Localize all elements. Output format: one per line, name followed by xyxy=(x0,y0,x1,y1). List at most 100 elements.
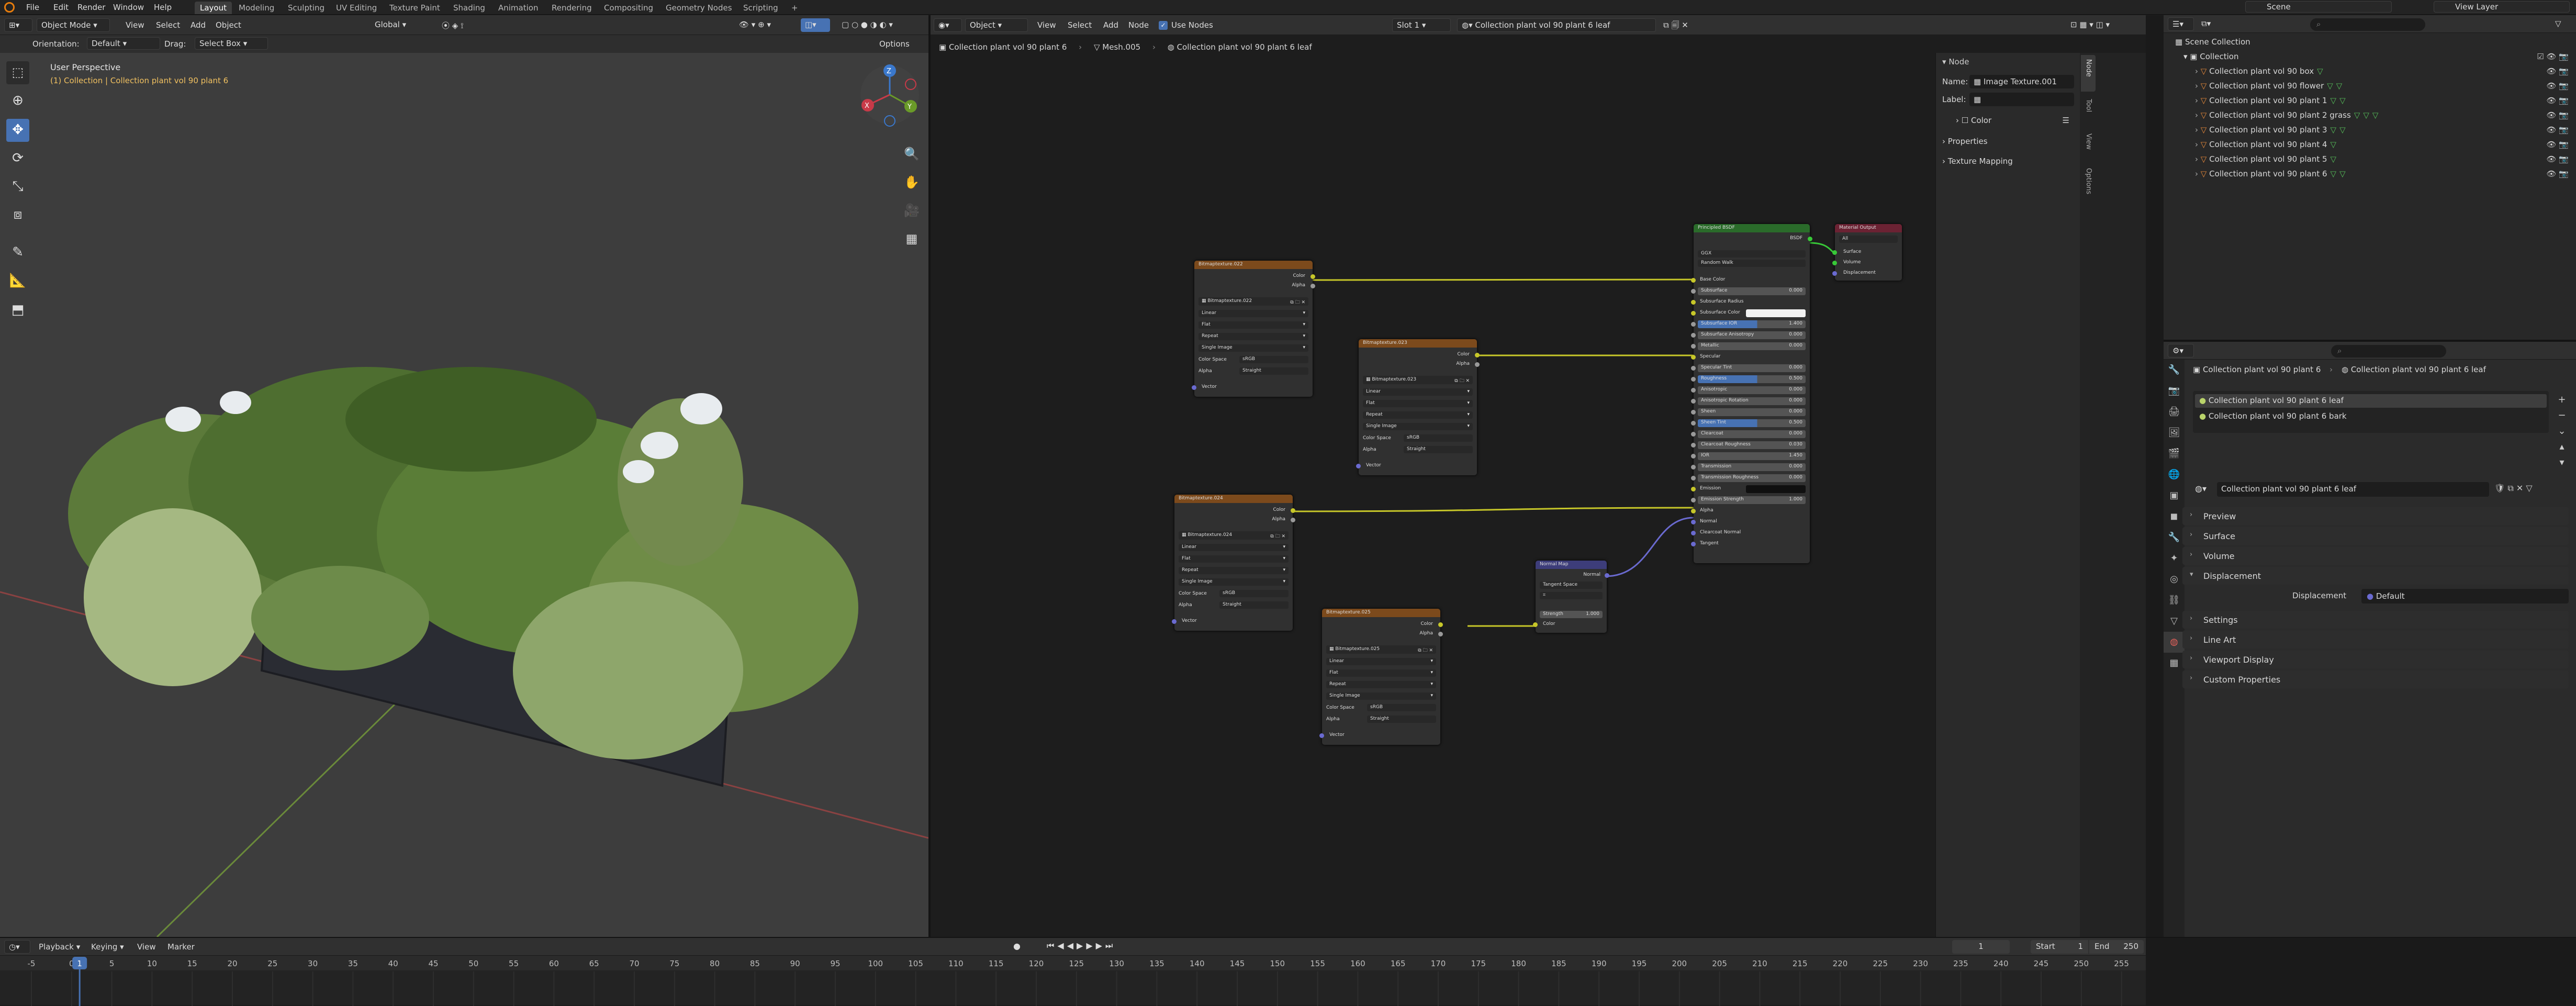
expand-arrow-icon[interactable]: › xyxy=(2195,96,2198,105)
input-socket[interactable] xyxy=(1691,399,1696,404)
tab-uv-editing[interactable]: UV Editing xyxy=(331,2,382,14)
input-socket[interactable] xyxy=(1691,355,1696,360)
color-swatch[interactable] xyxy=(1746,485,1806,493)
panel-surface[interactable]: › Surface xyxy=(2182,527,2569,545)
input-socket[interactable] xyxy=(1691,487,1696,491)
add-workspace-button[interactable]: + xyxy=(786,2,803,14)
collection-visibility-icons[interactable]: ☑ 👁 📷 xyxy=(2537,52,2569,61)
playback-controls[interactable]: ⏮◀◀▶▶▶⏭ xyxy=(1047,941,1116,951)
physics-tab-icon[interactable]: ◎ xyxy=(2164,569,2185,590)
outliner-search-input[interactable]: ⌕ xyxy=(2310,18,2425,31)
source-dropdown[interactable]: Single Image ▾ xyxy=(1179,578,1289,586)
color-swatch[interactable] xyxy=(1746,309,1806,317)
tab-modeling[interactable]: Modeling xyxy=(233,2,279,14)
breadcrumb-material[interactable]: Collection plant vol 90 plant 6 leaf xyxy=(2351,365,2486,374)
input-socket[interactable] xyxy=(1691,421,1696,426)
bsdf-input-field[interactable]: Subsurface IOR 1.400 xyxy=(1698,320,1806,328)
tab-rendering[interactable]: Rendering xyxy=(546,2,597,14)
panel-preview[interactable]: › Preview xyxy=(2182,507,2569,525)
color-space-dropdown[interactable]: sRGB xyxy=(1219,590,1289,597)
bsdf-input-field[interactable]: Subsurface 0.000 xyxy=(1698,287,1806,295)
input-socket[interactable] xyxy=(1533,622,1538,627)
texture-tab-icon[interactable]: ▦ xyxy=(2164,653,2185,674)
output-tab-icon[interactable]: 🖨 xyxy=(2164,401,2185,422)
zoom-icon[interactable]: 🔍 xyxy=(901,140,922,168)
interpolation-dropdown[interactable]: Linear ▾ xyxy=(1326,658,1436,665)
object-tab-icon[interactable]: ◼ xyxy=(2164,506,2185,527)
texture-mapping-panel[interactable]: › Texture Mapping xyxy=(1936,154,2080,169)
projection-dropdown[interactable]: Flat ▾ xyxy=(1199,321,1308,329)
properties-panel[interactable]: › Properties xyxy=(1936,135,2080,149)
bsdf-input-field[interactable]: Anisotropic Rotation 0.000 xyxy=(1698,397,1806,405)
input-socket[interactable] xyxy=(1691,498,1696,502)
outliner-collection[interactable]: ▾ ▣ Collection ☑ 👁 📷 xyxy=(2183,52,2571,65)
remove-slot-button[interactable]: − xyxy=(2554,408,2570,423)
outliner-item[interactable]: › ▽ Collection plant vol 90 plant 4 ▽ 👁 📷 xyxy=(2195,140,2571,153)
tab-node[interactable]: Node xyxy=(2081,55,2096,92)
menu-view[interactable]: View xyxy=(137,942,156,952)
tab-shading[interactable]: Shading xyxy=(448,2,490,14)
modifier-tab-icon[interactable]: 🔧 xyxy=(2164,527,2185,548)
input-socket[interactable] xyxy=(1691,311,1696,316)
shading-mode-buttons[interactable]: ▢ ○ ● ◑ ◐ ▾ xyxy=(837,18,926,32)
input-socket[interactable] xyxy=(1691,322,1696,327)
image-selector[interactable]: ▦ Bitmaptexture.025 ⧉ 🗀 ✕ xyxy=(1326,645,1436,654)
visibility-icons[interactable]: 👁 📷 xyxy=(2547,154,2569,164)
material-slot-item[interactable]: ● Collection plant vol 90 plant 6 leaf xyxy=(2195,394,2547,408)
color-space-dropdown[interactable]: sRGB xyxy=(1404,434,1473,442)
current-frame-field[interactable]: 1 xyxy=(1952,940,2010,954)
output-socket[interactable] xyxy=(1311,284,1315,288)
constraints-tab-icon[interactable]: ⛓ xyxy=(2164,590,2185,611)
visibility-icons[interactable]: 👁 📷 xyxy=(2547,125,2569,135)
menu-keying[interactable]: Keying ▾ xyxy=(91,942,124,952)
editor-type-button[interactable]: ⚙▾ xyxy=(2168,344,2194,357)
input-socket[interactable] xyxy=(1691,531,1696,535)
menu-edit[interactable]: Edit xyxy=(53,3,69,12)
pan-hand-icon[interactable]: ✋ xyxy=(901,168,922,196)
menu-select[interactable]: Select xyxy=(156,20,180,30)
bsdf-input-field[interactable]: Clearcoat 0.000 xyxy=(1698,430,1806,438)
menu-render[interactable]: Render xyxy=(77,3,105,12)
image-selector[interactable]: ▦ Bitmaptexture.022 ⧉ 🗀 ✕ xyxy=(1199,297,1308,306)
input-socket[interactable] xyxy=(1691,520,1696,524)
panel-displacement[interactable]: ▾ Displacement xyxy=(2182,567,2569,585)
output-socket[interactable] xyxy=(1475,353,1480,357)
tab-view[interactable]: View xyxy=(2081,129,2096,161)
tab-geometry-nodes[interactable]: Geometry Nodes xyxy=(660,2,737,14)
tab-texture-paint[interactable]: Texture Paint xyxy=(384,2,445,14)
bsdf-input-field[interactable]: Sheen 0.000 xyxy=(1698,408,1806,416)
expand-arrow-icon[interactable]: › xyxy=(2195,110,2198,120)
menu-add[interactable]: Add xyxy=(191,20,206,30)
input-socket[interactable] xyxy=(1691,432,1696,437)
material-name-field[interactable]: Collection plant vol 90 plant 6 leaf xyxy=(2217,482,2489,497)
editor-type-button[interactable]: ☰▾ xyxy=(2168,17,2194,31)
input-socket[interactable] xyxy=(1691,542,1696,546)
editor-type-button[interactable]: ◷▾ xyxy=(4,940,30,954)
collection-tab-icon[interactable]: ▣ xyxy=(2164,485,2185,506)
image-texture-node[interactable]: Bitmaptexture.025 Color Alpha ▦ Bitmaptextu… xyxy=(1319,609,1443,745)
extension-dropdown[interactable]: Repeat ▾ xyxy=(1363,411,1473,419)
timeline-ruler[interactable]: -5 0 5 10 15 20 25 30 35 40 45 50 55 60 65 70 75 80 85 90 95… xyxy=(0,956,2146,1006)
visibility-icons[interactable]: 👁 📷 xyxy=(2547,96,2569,105)
world-tab-icon[interactable]: 🌐 xyxy=(2164,464,2185,485)
input-socket[interactable] xyxy=(1691,410,1696,415)
navigation-gizmo[interactable]: Z X Y xyxy=(858,63,921,137)
extension-dropdown[interactable]: Repeat ▾ xyxy=(1199,333,1308,340)
record-button[interactable]: ● xyxy=(1013,941,1021,951)
input-socket[interactable] xyxy=(1691,278,1696,283)
panel-viewport-display[interactable]: › Viewport Display xyxy=(2182,651,2569,668)
target-dropdown[interactable]: All xyxy=(1839,236,1898,243)
interpolation-dropdown[interactable]: Linear ▾ xyxy=(1199,310,1308,317)
input-socket[interactable] xyxy=(1192,385,1196,390)
outliner-item[interactable]: › ▽ Collection plant vol 90 plant 1 ▽ ▽ 👁 📷 xyxy=(2195,96,2571,109)
bsdf-input-field[interactable]: IOR 1.450 xyxy=(1698,452,1806,460)
bsdf-input-field[interactable]: Subsurface Anisotropy 0.000 xyxy=(1698,331,1806,339)
material-datablock-actions[interactable]: 🛡 ⧉ ✕ ▽ xyxy=(2494,483,2568,494)
visibility-icons[interactable]: 👁 📷 xyxy=(2547,140,2569,149)
bsdf-input-field[interactable]: Anisotropic 0.000 xyxy=(1698,386,1806,394)
outliner-item[interactable]: › ▽ Collection plant vol 90 box ▽ 👁 📷 xyxy=(2195,66,2571,80)
output-socket[interactable] xyxy=(1291,518,1295,522)
displacement-dropdown[interactable]: ● Default xyxy=(2361,589,2569,603)
expand-arrow-icon[interactable]: › xyxy=(2195,125,2198,135)
filter-icon[interactable]: ▽ xyxy=(2551,17,2572,31)
